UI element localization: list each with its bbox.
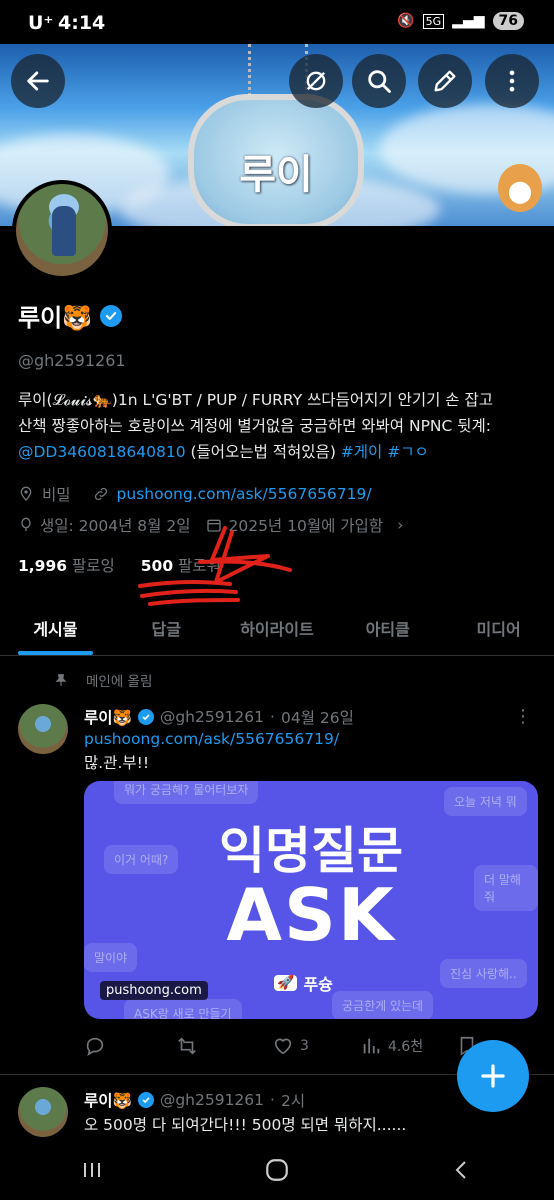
verified-badge-icon — [137, 709, 154, 725]
post-header: 루이🐯 @gh2591261 · 04월 26일 — [84, 706, 354, 728]
mute-icon: 🔇 — [397, 13, 415, 29]
grok-button[interactable] — [289, 54, 343, 108]
profile-name: 루이🐯 — [18, 298, 123, 333]
tab-posts[interactable]: 게시물 — [0, 600, 111, 655]
following-label: 팔로잉 — [71, 557, 115, 575]
reply-action[interactable] — [84, 1035, 176, 1057]
red-scribble-annotation — [138, 526, 292, 606]
website-link[interactable]: pushoong.com/ask/5567656719/ — [117, 485, 372, 503]
card-bubble: 궁금한게 있는데 — [332, 991, 434, 1019]
verified-badge-icon — [137, 1092, 154, 1108]
repost-icon — [178, 1037, 196, 1055]
card-brand: 🚀 푸슝 — [274, 971, 333, 995]
compose-post-button[interactable] — [457, 1040, 529, 1112]
profile-meta-row-1: 비밀 pushoong.com/ask/5567656719/ — [18, 483, 372, 505]
post-link[interactable]: pushoong.com/ask/5567656719/ — [84, 730, 339, 748]
separator-dot: · — [270, 708, 275, 726]
post-text: 오 500명 다 되여간다!!! 500명 되면 뭐하지...... — [84, 1116, 407, 1134]
views-action[interactable]: 4.6천 — [360, 1035, 456, 1057]
post-time[interactable]: 2시 — [281, 1089, 305, 1111]
following-count: 1,996 — [18, 557, 68, 575]
display-name: 루이🐯 — [18, 304, 93, 332]
signal-icon: ▂▄▆ — [452, 13, 485, 29]
birthday-balloon-icon — [21, 517, 31, 531]
plus-icon — [481, 1064, 505, 1088]
card-subtitle: ASK — [226, 873, 396, 957]
following-stat[interactable]: 1,996 팔로잉 — [18, 554, 115, 576]
post-more-icon[interactable]: ⋮ — [514, 706, 532, 727]
like-action[interactable]: 3 — [272, 1035, 360, 1057]
tab-articles[interactable]: 아티클 — [332, 600, 443, 655]
post-author-handle[interactable]: @gh2591261 — [160, 1091, 264, 1109]
network-label: 5G — [422, 13, 445, 29]
tag-text: 루이 — [239, 152, 313, 198]
post-author-name[interactable]: 루이🐯 — [84, 1089, 132, 1111]
link-preview-card[interactable]: 뭐가 궁금해? 물어터보자 오늘 저녁 뭐 이거 어때? 더 말해줘 말이야 진… — [84, 781, 538, 1019]
system-nav-bar — [0, 1140, 554, 1200]
heart-icon — [274, 1038, 292, 1055]
profile-avatar[interactable] — [12, 180, 112, 280]
edit-profile-button[interactable] — [418, 54, 472, 108]
profile-handle: @gh2591261 — [18, 351, 126, 370]
card-domain-label: pushoong.com — [100, 981, 208, 1000]
like-count: 3 — [300, 1038, 309, 1054]
post-author-handle[interactable]: @gh2591261 — [160, 708, 264, 726]
link-icon — [94, 487, 107, 501]
bio-line-2: 산책 짱좋아하는 호랑이쓰 계정에 별거없음 궁금하면 와봐여 NPNC 뒷계: — [18, 417, 492, 435]
back-icon[interactable] — [450, 1158, 474, 1182]
location-text: 비밀 — [42, 486, 71, 504]
post-author-name[interactable]: 루이🐯 — [84, 706, 132, 728]
card-bubble: 뭐가 궁금해? 물어터보자 — [114, 781, 259, 804]
pinned-label: 메인에 올림 — [86, 674, 153, 690]
back-arrow-icon — [27, 71, 49, 91]
card-brand-name: 푸슝 — [303, 975, 333, 994]
post-time[interactable]: 04월 26일 — [281, 706, 354, 728]
recent-apps-icon[interactable] — [80, 1158, 104, 1182]
bio-line-3: @DD3460818640810 (들어오는법 적혀있음) #게이 #ㄱㅇ — [18, 439, 538, 465]
bio-line-1: 루이(𝓛𝓸𝓾𝓲𝓼🐅)1n L'G'BT / PUP / FURRY 쓰다듬어지기… — [18, 391, 494, 409]
grok-icon — [306, 71, 326, 91]
clock: 4:14 — [58, 12, 106, 34]
more-button[interactable] — [485, 54, 539, 108]
post-text: 많.관.부!! — [84, 754, 150, 772]
tab-media[interactable]: 미디어 — [443, 600, 554, 655]
views-icon — [363, 1038, 380, 1054]
bio-hashtags[interactable]: #게이 #ㄱㅇ — [341, 443, 429, 461]
post-avatar[interactable] — [18, 1087, 68, 1137]
post-header: 루이🐯 @gh2591261 · 2시 — [84, 1089, 305, 1111]
view-count: 4.6천 — [388, 1039, 424, 1055]
edit-icon — [434, 70, 456, 92]
pin-icon — [55, 674, 67, 686]
bio-suffix: (들어오는법 적혀있음) — [185, 443, 341, 461]
carrier-label: U⁺ — [28, 12, 54, 34]
chevron-right-icon[interactable]: › — [397, 516, 403, 534]
battery-indicator: 76 — [492, 12, 524, 30]
rocket-logo-icon: 🚀 — [274, 975, 298, 991]
separator-dot: · — [270, 1091, 275, 1109]
search-button[interactable] — [352, 54, 406, 108]
more-icon — [509, 70, 515, 92]
bio-mention-link[interactable]: @DD3460818640810 — [18, 443, 186, 461]
shiba-sticker — [498, 164, 542, 212]
search-icon — [368, 70, 391, 93]
reply-icon — [86, 1037, 104, 1056]
dog-tag-image: 루이 — [188, 94, 364, 226]
status-bar: U⁺ 4:14 🔇 5G ▂▄▆ 76 — [0, 0, 554, 44]
location-pin-icon — [20, 486, 32, 501]
card-bubble: 진심 사랑해.. — [440, 959, 527, 988]
pinned-indicator: 메인에 올림 — [54, 670, 152, 690]
post-avatar[interactable] — [18, 704, 68, 754]
home-icon[interactable] — [264, 1157, 290, 1183]
back-button[interactable] — [11, 54, 65, 108]
status-icons: 🔇 5G ▂▄▆ 76 — [397, 12, 524, 30]
profile-bio: 루이(𝓛𝓸𝓾𝓲𝓼🐅)1n L'G'BT / PUP / FURRY 쓰다듬어지기… — [18, 387, 538, 465]
repost-action[interactable] — [176, 1035, 272, 1057]
card-bubble: ASK랑 새로 만들기 — [124, 999, 242, 1019]
verified-badge-icon[interactable] — [100, 304, 123, 327]
